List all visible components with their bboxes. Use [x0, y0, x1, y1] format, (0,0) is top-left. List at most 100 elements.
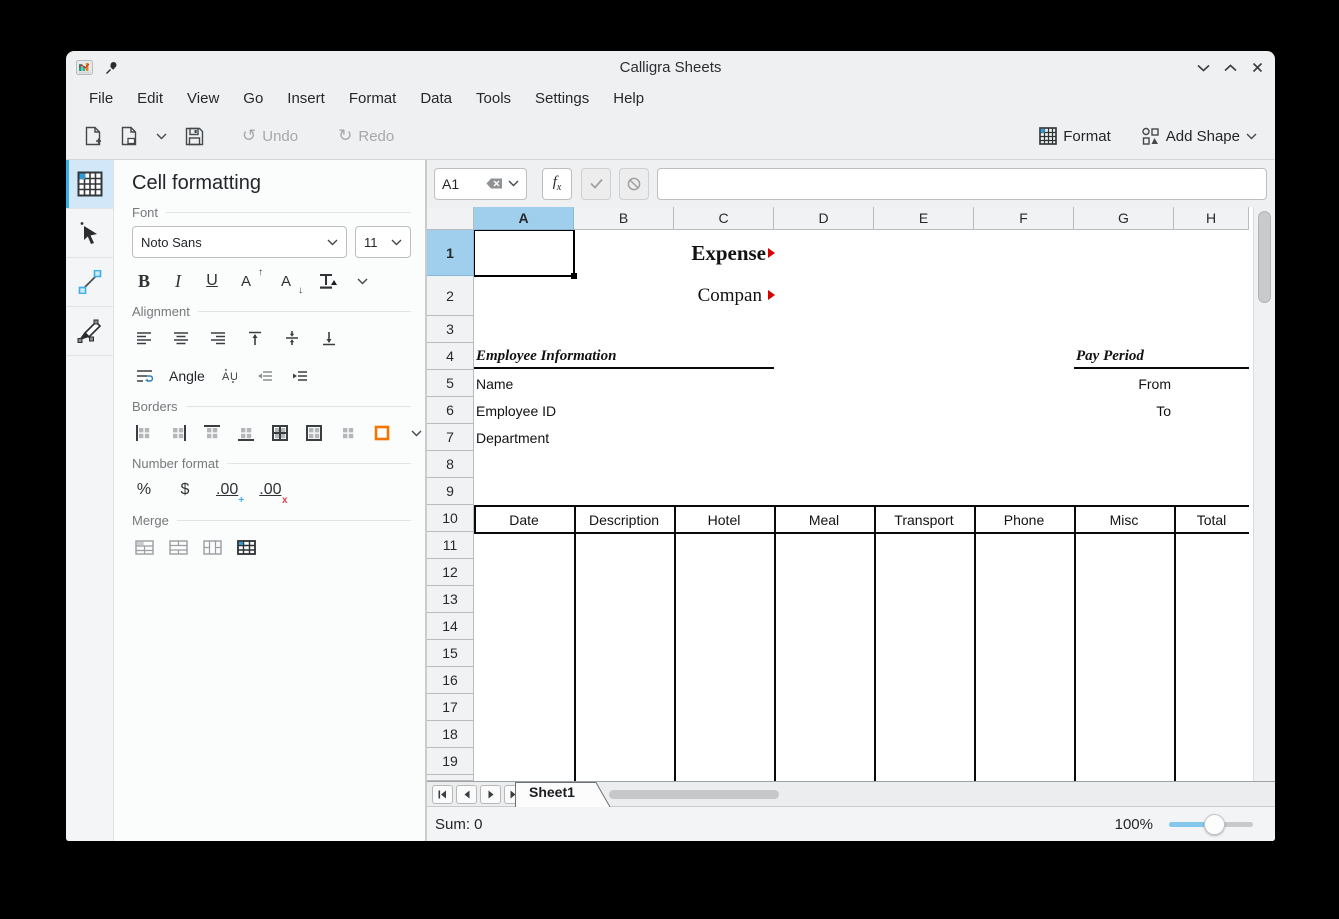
menu-item-go[interactable]: Go [232, 87, 274, 110]
sheet-tab-sheet1[interactable]: Sheet1 [515, 782, 611, 807]
align-bottom-button[interactable] [319, 327, 339, 349]
align-vcenter-button[interactable] [282, 327, 302, 349]
open-recent-chevron[interactable] [150, 128, 173, 145]
italic-button[interactable]: I [168, 270, 188, 292]
wrap-text-button[interactable] [134, 365, 154, 387]
border-left-button[interactable] [134, 422, 154, 444]
merge-row-button[interactable] [168, 536, 188, 558]
menu-item-view[interactable]: View [176, 87, 230, 110]
merge-cells-button[interactable] [134, 536, 154, 558]
column-header-g[interactable]: G [1074, 207, 1174, 230]
column-header-f[interactable]: F [974, 207, 1074, 230]
column-header-e[interactable]: E [874, 207, 974, 230]
row-header-4[interactable]: 4 [427, 343, 474, 370]
menu-item-data[interactable]: Data [409, 87, 463, 110]
decrease-precision-button[interactable]: .00x [259, 479, 281, 501]
maximize-button[interactable] [1222, 60, 1238, 76]
border-color-button[interactable] [372, 422, 392, 444]
accept-entry-button[interactable] [581, 168, 611, 200]
row-header-3[interactable]: 3 [427, 316, 474, 343]
save-button[interactable] [179, 122, 210, 151]
angle-button[interactable]: Angle [169, 368, 205, 384]
path-tool-button[interactable] [66, 307, 113, 356]
menu-item-insert[interactable]: Insert [276, 87, 336, 110]
cell-tool-button[interactable] [66, 160, 113, 209]
row-header-6[interactable]: 6 [427, 397, 474, 424]
font-more-chevron[interactable] [352, 270, 372, 292]
row-header-17[interactable]: 17 [427, 694, 474, 721]
menu-item-settings[interactable]: Settings [524, 87, 600, 110]
underline-button[interactable]: U [202, 270, 222, 292]
open-document-button[interactable] [114, 121, 144, 151]
menu-item-edit[interactable]: Edit [126, 87, 174, 110]
dissociate-cells-button[interactable] [236, 536, 256, 558]
menu-item-tools[interactable]: Tools [465, 87, 522, 110]
row-header-7[interactable]: 7 [427, 424, 474, 451]
row-header-19[interactable]: 19 [427, 748, 474, 775]
menu-item-format[interactable]: Format [338, 87, 408, 110]
text-color-button[interactable] [318, 270, 338, 292]
zoom-slider[interactable] [1169, 814, 1253, 835]
row-header-18[interactable]: 18 [427, 721, 474, 748]
vertical-scrollbar-thumb[interactable] [1258, 211, 1271, 303]
next-sheet-button[interactable] [480, 785, 501, 804]
minimize-button[interactable] [1195, 60, 1211, 76]
horizontal-scrollbar-thumb[interactable] [609, 790, 779, 799]
row-header-8[interactable]: 8 [427, 451, 474, 478]
vertical-scrollbar[interactable] [1253, 207, 1275, 781]
menu-item-file[interactable]: File [78, 87, 124, 110]
add-shape-button[interactable]: Add Shape [1135, 122, 1263, 151]
formula-input[interactable] [657, 168, 1267, 200]
grow-font-button[interactable]: A↑ [236, 270, 256, 292]
row-header-9[interactable]: 9 [427, 478, 474, 505]
cancel-entry-button[interactable] [619, 168, 649, 200]
shape-select-tool-button[interactable] [66, 209, 113, 258]
format-button[interactable]: Format [1033, 122, 1117, 150]
menu-item-help[interactable]: Help [602, 87, 655, 110]
column-header-b[interactable]: B [574, 207, 674, 230]
row-header-15[interactable]: 15 [427, 640, 474, 667]
zoom-slider-handle[interactable] [1204, 814, 1225, 835]
clear-reference-icon[interactable] [486, 178, 503, 189]
cell-reference-box[interactable]: A1 [434, 168, 527, 200]
money-format-button[interactable]: $ [175, 479, 195, 501]
undo-button[interactable]: ↺ Undo [236, 123, 304, 150]
vertical-text-button[interactable]: A U [220, 365, 240, 387]
new-document-button[interactable] [78, 121, 108, 151]
previous-sheet-button[interactable] [456, 785, 477, 804]
row-header-13[interactable]: 13 [427, 586, 474, 613]
border-bottom-button[interactable] [236, 422, 256, 444]
row-header-12[interactable]: 12 [427, 559, 474, 586]
first-sheet-button[interactable] [432, 785, 453, 804]
merge-column-button[interactable] [202, 536, 222, 558]
border-right-button[interactable] [168, 422, 188, 444]
increase-indent-button[interactable] [290, 365, 310, 387]
close-button[interactable] [1249, 60, 1265, 76]
column-header-c[interactable]: C [674, 207, 774, 230]
border-outline-button[interactable] [304, 422, 324, 444]
grid-corner[interactable] [427, 207, 474, 230]
font-size-select[interactable]: 11 [355, 226, 411, 258]
border-top-button[interactable] [202, 422, 222, 444]
align-right-button[interactable] [208, 327, 228, 349]
border-more-chevron[interactable] [406, 422, 426, 444]
redo-button[interactable]: ↻ Redo [332, 123, 400, 150]
row-header-10[interactable]: 10 [427, 505, 474, 532]
font-family-select[interactable]: Noto Sans [132, 226, 347, 258]
align-center-button[interactable] [171, 327, 191, 349]
column-header-d[interactable]: D [774, 207, 874, 230]
increase-precision-button[interactable]: .00+ [216, 479, 238, 501]
border-none-button[interactable] [338, 422, 358, 444]
chevron-down-icon[interactable] [508, 180, 519, 187]
row-header-14[interactable]: 14 [427, 613, 474, 640]
row-header-1[interactable]: 1 [427, 230, 474, 276]
align-left-button[interactable] [134, 327, 154, 349]
decrease-indent-button[interactable] [255, 365, 275, 387]
percent-format-button[interactable]: % [134, 479, 154, 501]
row-header-16[interactable]: 16 [427, 667, 474, 694]
connector-tool-button[interactable] [66, 258, 113, 307]
titlebar[interactable]: Calligra Sheets [66, 51, 1275, 84]
column-header-a[interactable]: A [474, 207, 574, 230]
selection-fill-handle[interactable] [571, 273, 577, 279]
shrink-font-button[interactable]: A↓ [276, 270, 296, 292]
